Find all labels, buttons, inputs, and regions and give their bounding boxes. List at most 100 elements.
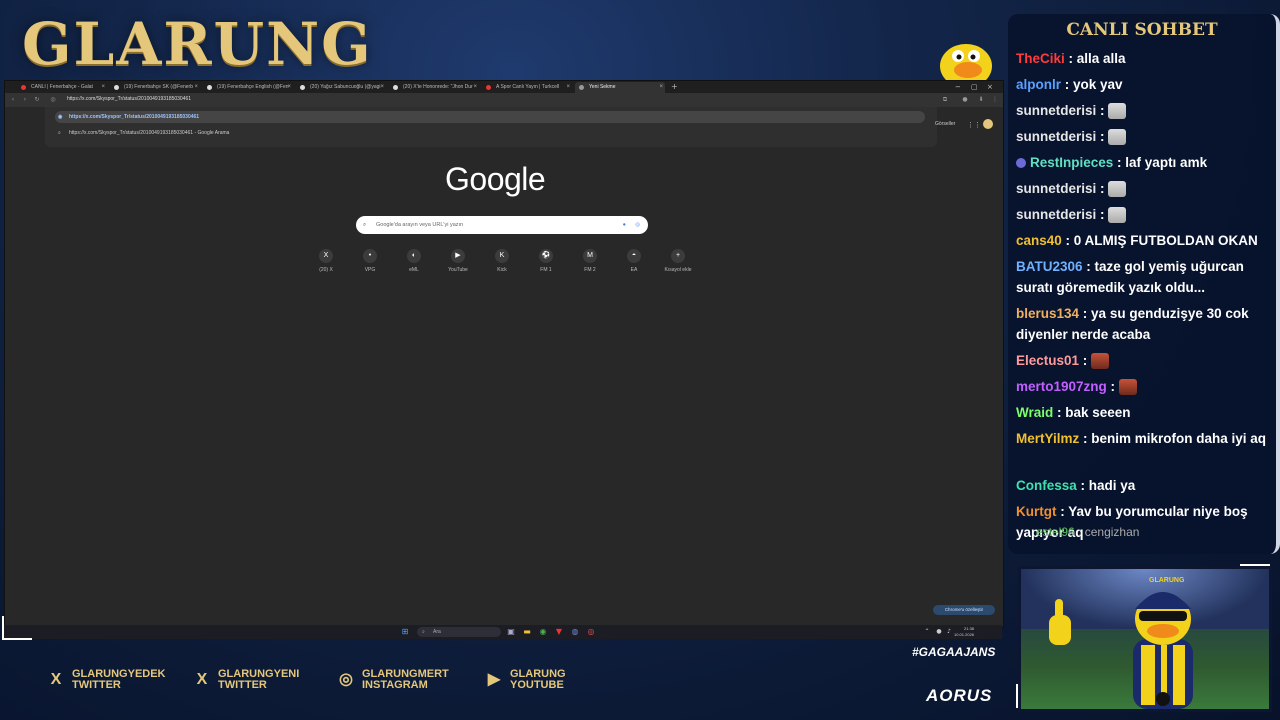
mic-icon[interactable]: ●: [623, 216, 626, 234]
chat-username[interactable]: Confessa: [1016, 478, 1077, 493]
browser-tab[interactable]: (20) X'te Hononrede: "Jhon Dur ×: [389, 82, 479, 93]
suggestion-item[interactable]: ⌕ https://x.com/Skyspor_Tr/status/201004…: [55, 127, 925, 139]
obs-icon[interactable]: ◎: [586, 627, 596, 637]
chat-username[interactable]: TheCiki: [1016, 51, 1065, 66]
extensions-icon[interactable]: ⧉: [941, 96, 949, 104]
shortcut-tile[interactable]: ▶ YouTube: [436, 249, 480, 279]
chat-message-text: hadi ya: [1088, 478, 1136, 493]
close-window-icon[interactable]: ×: [987, 81, 993, 93]
instagram-icon: ◎: [339, 671, 353, 688]
shortcut-tile[interactable]: ⚽ FM 1: [524, 249, 568, 279]
mic-tray-icon[interactable]: ●: [934, 627, 944, 637]
chat-username[interactable]: sunnetderisi: [1016, 207, 1096, 222]
cat-emote-icon: [1108, 129, 1127, 146]
browser-tab[interactable]: (19) Fenerbahçe SK (@Fenerb ×: [110, 82, 200, 93]
shortcut-tile[interactable]: K Kick: [480, 249, 524, 279]
shortcut-label: EA: [630, 267, 638, 273]
chat-username[interactable]: MertYilmz: [1016, 431, 1079, 446]
shortcut-tile[interactable]: ◓ EA: [612, 249, 656, 279]
chat-username[interactable]: sunnetderisi: [1016, 181, 1096, 196]
speaker-icon[interactable]: ♪: [944, 627, 954, 637]
shortcut-tile[interactable]: X (20) X: [304, 249, 348, 279]
browser-tab[interactable]: Yeni Sekme ×: [575, 82, 665, 93]
taskbar-search[interactable]: ⌕ Ara: [417, 627, 501, 637]
menu-icon[interactable]: ⋮: [991, 96, 999, 104]
chat-message-text: 0 ALMIŞ FUTBOLDAN OKAN: [1073, 233, 1258, 248]
google-search-input[interactable]: ⌕ Google'da arayın veya URL'yi yazın ● ◎: [356, 216, 648, 234]
chat-username[interactable]: sunnetderisi: [1016, 129, 1096, 144]
system-clock[interactable]: 21:38 10.01.2026: [954, 626, 974, 638]
clock-date: 10.01.2026: [954, 632, 975, 637]
browser-tab[interactable]: CANLI | Fenerbahçe - Galat ×: [17, 82, 107, 93]
tab-favicon-icon: [393, 85, 398, 90]
chat-message: sunnetderisi :: [1016, 178, 1272, 199]
chat-message-text: yok yav: [1073, 77, 1123, 92]
lens-icon[interactable]: ◎: [635, 216, 640, 234]
site-info-icon[interactable]: ◎: [49, 96, 57, 104]
chat-username[interactable]: Kurtgt: [1016, 504, 1057, 519]
close-tab-icon[interactable]: ×: [287, 82, 291, 93]
browser-tab[interactable]: (19) Fenerbahçe English (@Fen ×: [203, 82, 293, 93]
chat-username[interactable]: Electus01: [1016, 353, 1079, 368]
chat-username[interactable]: merto1907zng: [1016, 379, 1107, 394]
chat-username[interactable]: sunnetderisi: [1016, 103, 1096, 118]
task-view-icon[interactable]: ▣: [506, 627, 516, 637]
chat-message: BATU2306 : taze gol yemiş uğurcan suratı…: [1016, 259, 1244, 295]
browser-tab[interactable]: A Spor Canlı Yayın | Turkcell ×: [482, 82, 572, 93]
avatar[interactable]: [983, 119, 993, 129]
back-icon[interactable]: ‹: [9, 96, 17, 104]
google-logo: Google: [445, 161, 546, 197]
minimize-icon[interactable]: −: [955, 81, 961, 93]
maximize-icon[interactable]: ▢: [971, 81, 978, 93]
close-tab-icon[interactable]: ×: [101, 82, 105, 93]
chat-message-text: alla alla: [1076, 51, 1126, 66]
chat-message: merto1907zng :: [1016, 376, 1272, 397]
chat-message: blerus134 : ya su genduzişye 30 cok diye…: [1016, 306, 1249, 342]
close-tab-icon[interactable]: ×: [194, 82, 198, 93]
brave-icon[interactable]: ▼: [554, 627, 564, 637]
social-platform: TWITTER: [218, 679, 267, 691]
shortcut-tile[interactable]: • VPG: [348, 249, 392, 279]
profile-icon[interactable]: ●: [961, 96, 969, 104]
frame-corner: [2, 616, 32, 640]
chrome-icon[interactable]: ◉: [538, 627, 548, 637]
chat-username[interactable]: BATU2306: [1016, 259, 1083, 274]
tab-favicon-icon: [114, 85, 119, 90]
images-link[interactable]: Görseller: [935, 121, 955, 127]
suggestion-item[interactable]: ◉ https://x.com/Skyspor_Tr/status/201004…: [55, 111, 925, 123]
windows-start-icon[interactable]: ⊞: [400, 627, 410, 637]
shortcut-tile[interactable]: M FM 2: [568, 249, 612, 279]
social-link: X GLARUNGYEDEK TWITTER: [46, 668, 186, 692]
file-explorer-icon[interactable]: ▬: [522, 627, 532, 637]
chat-username[interactable]: RestInpieces: [1030, 155, 1113, 170]
downloads-icon[interactable]: ⬇: [977, 96, 985, 104]
apps-icon[interactable]: ⋮⋮: [967, 121, 981, 129]
hashtag-label: #GAGAAJANS: [912, 645, 996, 659]
close-tab-icon[interactable]: ×: [473, 82, 477, 93]
close-tab-icon[interactable]: ×: [566, 82, 570, 93]
shortcut-tile[interactable]: ◐ eML: [392, 249, 436, 279]
chat-message: sunnetderisi :: [1016, 100, 1272, 121]
customize-chrome-button[interactable]: Chrome'u özelleştir: [933, 605, 995, 615]
cat-emote-icon: [1108, 181, 1127, 198]
url-input[interactable]: https://x.com/Skyspor_Tr/status/20100491…: [67, 96, 191, 102]
chat-username[interactable]: blerus134: [1016, 306, 1079, 321]
new-tab-icon[interactable]: +: [671, 81, 678, 93]
tray-chevron-icon[interactable]: ⌃: [922, 627, 932, 637]
chat-message-text: benim mikrofon daha iyi aq: [1091, 431, 1267, 446]
reload-icon[interactable]: ↻: [33, 96, 41, 104]
chat-username[interactable]: cans40: [1016, 233, 1062, 248]
tab-favicon-icon: [300, 85, 305, 90]
chat-username[interactable]: alponlr: [1016, 77, 1061, 92]
tab-bar: CANLI | Fenerbahçe - Galat × (19) Fenerbah…: [5, 81, 1003, 93]
close-tab-icon[interactable]: ×: [659, 82, 663, 93]
chat-username[interactable]: Wraid: [1016, 405, 1053, 420]
chat-message: sunnetderisi :: [1016, 126, 1272, 147]
close-tab-icon[interactable]: ×: [380, 82, 384, 93]
browser-tab[interactable]: (20) Yağız Sabuncuoğlu (@yagi ×: [296, 82, 386, 93]
windows-taskbar: ⊞ ⌕ Ara ▣ ▬ ◉ ▼ ◍ ◎ ⌃ ● ♪ 21:38 10.01.20…: [4, 625, 1002, 639]
discord-icon[interactable]: ◍: [570, 627, 580, 637]
social-platform: INSTAGRAM: [362, 679, 428, 691]
forward-icon[interactable]: ›: [21, 96, 29, 104]
shortcut-tile[interactable]: + Kısayol ekle: [656, 249, 700, 279]
